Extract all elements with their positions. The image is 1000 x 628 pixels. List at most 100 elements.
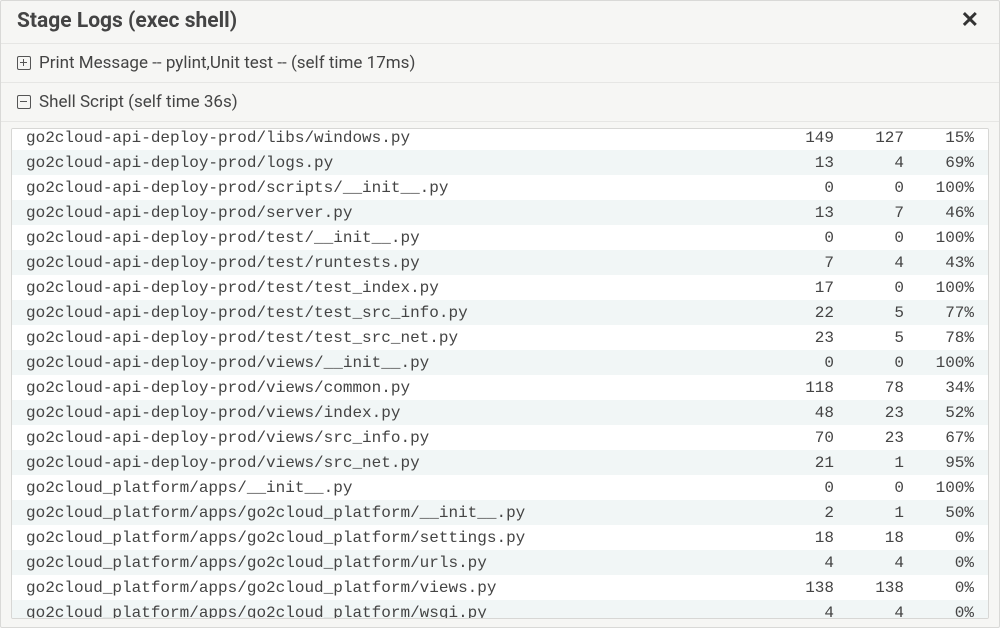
coverage-cover: 0% (904, 554, 974, 572)
coverage-path: go2cloud-api-deploy-prod/logs.py (26, 154, 764, 172)
step-shell-script[interactable]: Shell Script (self time 36s) (1, 83, 999, 122)
coverage-row: go2cloud_platform/apps/go2cloud_platform… (12, 525, 988, 550)
coverage-stmts: 18 (764, 529, 834, 547)
coverage-stmts: 2 (764, 504, 834, 522)
modal-header: Stage Logs (exec shell) ✕ (1, 1, 999, 44)
coverage-cover: 50% (904, 504, 974, 522)
coverage-cover: 100% (904, 179, 974, 197)
coverage-miss: 138 (834, 579, 904, 597)
coverage-row: go2cloud-api-deploy-prod/test/__init__.p… (12, 225, 988, 250)
coverage-stmts: 0 (764, 479, 834, 497)
coverage-path: go2cloud-api-deploy-prod/libs/windows.py (26, 129, 764, 147)
coverage-path: go2cloud-api-deploy-prod/views/__init__.… (26, 354, 764, 372)
coverage-row: go2cloud-api-deploy-prod/views/src_net.p… (12, 450, 988, 475)
coverage-miss: 78 (834, 379, 904, 397)
coverage-path: go2cloud_platform/apps/go2cloud_platform… (26, 554, 764, 572)
coverage-miss: 4 (834, 254, 904, 272)
coverage-path: go2cloud_platform/apps/__init__.py (26, 479, 764, 497)
coverage-row: go2cloud-api-deploy-prod/logs.py13469% (12, 150, 988, 175)
coverage-path: go2cloud-api-deploy-prod/views/index.py (26, 404, 764, 422)
modal-title: Stage Logs (exec shell) (17, 9, 237, 33)
coverage-miss: 5 (834, 304, 904, 322)
coverage-cover: 34% (904, 379, 974, 397)
coverage-row: go2cloud-api-deploy-prod/test/test_src_n… (12, 325, 988, 350)
coverage-stmts: 48 (764, 404, 834, 422)
coverage-miss: 4 (834, 554, 904, 572)
coverage-cover: 78% (904, 329, 974, 347)
coverage-miss: 4 (834, 154, 904, 172)
close-icon[interactable]: ✕ (957, 10, 983, 32)
coverage-cover: 100% (904, 479, 974, 497)
coverage-cover: 67% (904, 429, 974, 447)
coverage-cover: 52% (904, 404, 974, 422)
coverage-cover: 100% (904, 354, 974, 372)
coverage-row: go2cloud-api-deploy-prod/libs/windows.py… (12, 129, 988, 150)
coverage-stmts: 149 (764, 129, 834, 147)
coverage-miss: 18 (834, 529, 904, 547)
coverage-row: go2cloud_platform/apps/go2cloud_platform… (12, 500, 988, 525)
coverage-stmts: 4 (764, 554, 834, 572)
step-print-message[interactable]: Print Message -- pylint,Unit test -- (se… (1, 44, 999, 83)
coverage-row: go2cloud-api-deploy-prod/test/test_src_i… (12, 300, 988, 325)
step-label: Print Message -- pylint,Unit test -- (se… (39, 53, 415, 73)
coverage-cover: 43% (904, 254, 974, 272)
coverage-row: go2cloud-api-deploy-prod/views/__init__.… (12, 350, 988, 375)
coverage-cover: 0% (904, 604, 974, 619)
log-scroll-area[interactable]: go2cloud-api-deploy-prod/libs/windows.py… (12, 129, 988, 618)
coverage-miss: 7 (834, 204, 904, 222)
stage-logs-modal: Stage Logs (exec shell) ✕ Print Message … (0, 0, 1000, 628)
coverage-row: go2cloud-api-deploy-prod/views/common.py… (12, 375, 988, 400)
coverage-row: go2cloud_platform/apps/go2cloud_platform… (12, 600, 988, 618)
coverage-row: go2cloud-api-deploy-prod/scripts/__init_… (12, 175, 988, 200)
coverage-cover: 95% (904, 454, 974, 472)
coverage-stmts: 17 (764, 279, 834, 297)
expand-icon (17, 56, 31, 70)
coverage-stmts: 118 (764, 379, 834, 397)
coverage-stmts: 22 (764, 304, 834, 322)
coverage-miss: 4 (834, 604, 904, 619)
log-output-panel: go2cloud-api-deploy-prod/libs/windows.py… (11, 128, 989, 619)
coverage-stmts: 23 (764, 329, 834, 347)
coverage-stmts: 0 (764, 229, 834, 247)
coverage-miss: 0 (834, 179, 904, 197)
coverage-path: go2cloud-api-deploy-prod/test/runtests.p… (26, 254, 764, 272)
coverage-miss: 1 (834, 454, 904, 472)
coverage-miss: 0 (834, 354, 904, 372)
coverage-row: go2cloud_platform/apps/go2cloud_platform… (12, 550, 988, 575)
coverage-stmts: 13 (764, 154, 834, 172)
coverage-row: go2cloud-api-deploy-prod/server.py13746% (12, 200, 988, 225)
coverage-cover: 0% (904, 529, 974, 547)
coverage-cover: 15% (904, 129, 974, 147)
coverage-cover: 0% (904, 579, 974, 597)
coverage-stmts: 4 (764, 604, 834, 619)
coverage-stmts: 7 (764, 254, 834, 272)
coverage-path: go2cloud-api-deploy-prod/views/src_net.p… (26, 454, 764, 472)
coverage-miss: 23 (834, 404, 904, 422)
coverage-cover: 100% (904, 229, 974, 247)
coverage-path: go2cloud-api-deploy-prod/scripts/__init_… (26, 179, 764, 197)
coverage-row: go2cloud-api-deploy-prod/views/index.py4… (12, 400, 988, 425)
coverage-stmts: 0 (764, 354, 834, 372)
coverage-stmts: 0 (764, 179, 834, 197)
step-label: Shell Script (self time 36s) (39, 92, 238, 112)
coverage-path: go2cloud_platform/apps/go2cloud_platform… (26, 579, 764, 597)
coverage-cover: 77% (904, 304, 974, 322)
coverage-stmts: 21 (764, 454, 834, 472)
coverage-path: go2cloud-api-deploy-prod/test/test_src_n… (26, 329, 764, 347)
coverage-path: go2cloud-api-deploy-prod/views/src_info.… (26, 429, 764, 447)
coverage-miss: 1 (834, 504, 904, 522)
coverage-row: go2cloud-api-deploy-prod/test/runtests.p… (12, 250, 988, 275)
coverage-cover: 69% (904, 154, 974, 172)
coverage-miss: 0 (834, 479, 904, 497)
coverage-miss: 0 (834, 279, 904, 297)
coverage-path: go2cloud_platform/apps/go2cloud_platform… (26, 529, 764, 547)
coverage-path: go2cloud-api-deploy-prod/views/common.py (26, 379, 764, 397)
coverage-path: go2cloud-api-deploy-prod/test/__init__.p… (26, 229, 764, 247)
coverage-path: go2cloud-api-deploy-prod/test/test_src_i… (26, 304, 764, 322)
coverage-path: go2cloud-api-deploy-prod/test/test_index… (26, 279, 764, 297)
coverage-stmts: 70 (764, 429, 834, 447)
coverage-miss: 127 (834, 129, 904, 147)
coverage-stmts: 138 (764, 579, 834, 597)
coverage-cover: 100% (904, 279, 974, 297)
coverage-row: go2cloud-api-deploy-prod/test/test_index… (12, 275, 988, 300)
